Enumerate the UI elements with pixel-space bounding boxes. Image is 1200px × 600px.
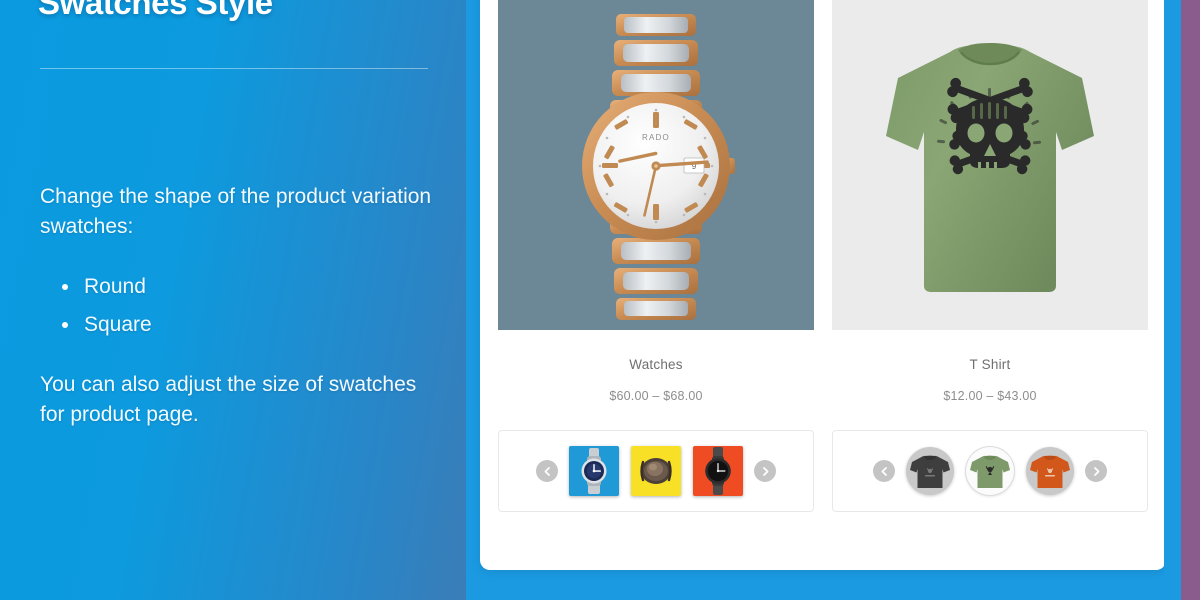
panel-title: Swatches Style [38,0,273,21]
chevron-right-icon [760,466,771,477]
panel-paragraph-1: Change the shape of the product variatio… [40,185,432,238]
blue-watch-swatch[interactable] [569,446,619,496]
charcoal-shirt-thumb [906,447,954,495]
product-price: $60.00 – $68.00 [609,389,703,403]
watches-swatch-carousel [498,430,814,512]
product-card-tshirt[interactable]: T Shirt $12.00 – $43.00 [832,0,1148,403]
carousel-next-button-tshirt[interactable] [1085,460,1107,482]
product-title: Watches [629,357,683,372]
product-image-watches[interactable]: RADO 9 [498,0,814,330]
tshirt-swatch-strip [906,447,1074,495]
products-row: RADO 9 Watches $60.00 – $68.00 T Shirt $… [498,0,1148,403]
green-shirt-thumb [966,447,1014,495]
carousel-next-button-watches[interactable] [754,460,776,482]
product-preview-card: RADO 9 Watches $60.00 – $68.00 T Shirt $… [480,0,1166,570]
chevron-right-icon [1091,466,1102,477]
swatch-shape-options-list: Round Square [58,268,440,344]
svg-text:RADO: RADO [642,133,670,142]
panel-divider [40,68,428,69]
tshirt-swatch-carousel [832,430,1148,512]
list-item: Round [58,268,440,306]
panel-paragraph-2: You can also adjust the size of swatches… [40,373,417,426]
product-title: T Shirt [969,357,1011,372]
slide-screen: Swatches Style Change the shape of the p… [0,0,1200,600]
edge-strip-purple [1181,0,1200,600]
carousel-prev-button-tshirt[interactable] [873,460,895,482]
carousel-prev-button-watches[interactable] [536,460,558,482]
chevron-left-icon [879,466,890,477]
charcoal-shirt-swatch[interactable] [906,447,954,495]
product-card-watches[interactable]: RADO 9 Watches $60.00 – $68.00 [498,0,814,403]
left-info-panel: Swatches Style Change the shape of the p… [0,0,466,600]
yellow-watch-swatch[interactable] [631,446,681,496]
watches-swatch-strip [569,446,743,496]
product-price: $12.00 – $43.00 [943,389,1037,403]
orange-watch-swatch[interactable] [693,446,743,496]
product-image-tshirt[interactable] [832,0,1148,330]
orange-watch-thumb [693,446,743,496]
chevron-left-icon [542,466,553,477]
list-item: Square [58,306,440,344]
yellow-watch-thumb [631,446,681,496]
orange-shirt-thumb [1026,447,1074,495]
wrist-watch-illustration: RADO 9 [498,0,814,330]
green-shirt-swatch[interactable] [966,447,1014,495]
swatch-row [498,430,1148,512]
blue-watch-thumb [569,446,619,496]
edge-strip-blue [1164,0,1181,600]
panel-body: Change the shape of the product variatio… [40,182,440,430]
tshirt-illustration [832,0,1148,330]
orange-shirt-swatch[interactable] [1026,447,1074,495]
